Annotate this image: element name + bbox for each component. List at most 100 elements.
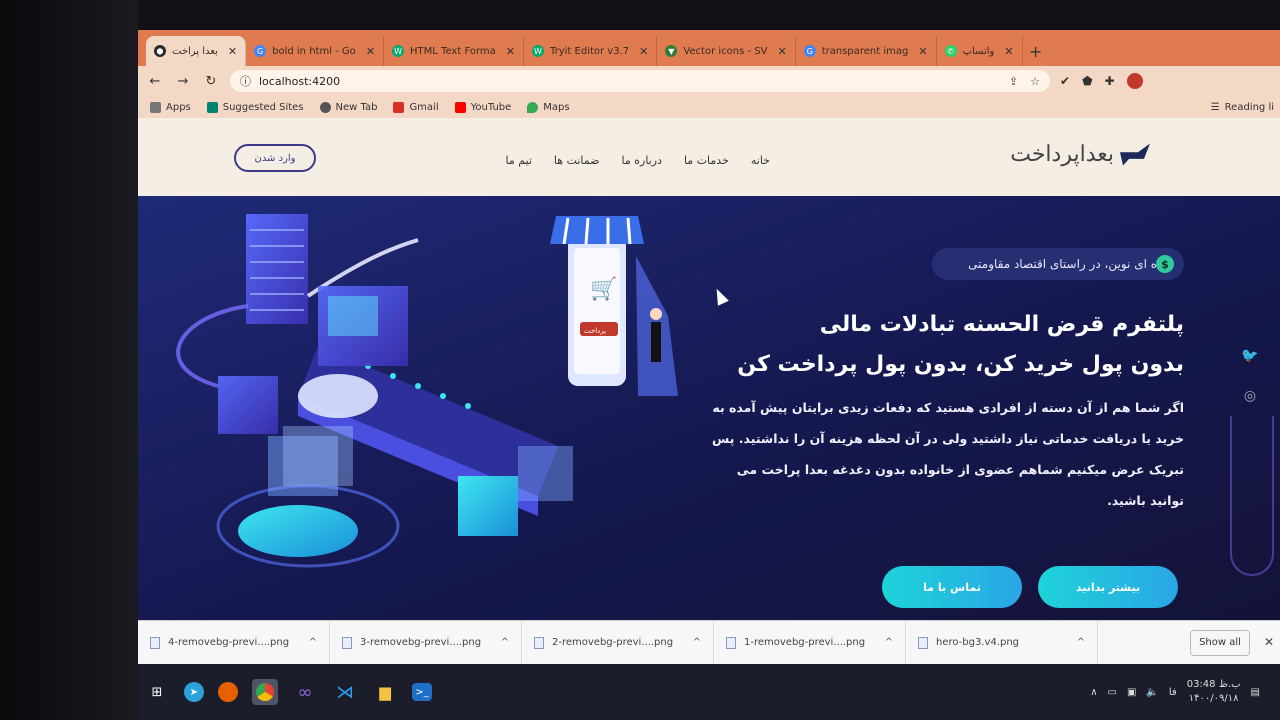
network-icon[interactable]: ▭ — [1108, 687, 1117, 698]
download-filename: 2-removebg-previ....png — [552, 637, 674, 648]
tab[interactable]: ✆ واتساپ ✕ — [937, 36, 1023, 66]
bing-icon — [206, 101, 218, 113]
info-icon: ⓘ — [240, 75, 251, 88]
bookmark-newtab[interactable]: New Tab — [319, 101, 377, 113]
menu-item-guarantees[interactable]: ضمانت ها — [554, 154, 600, 167]
clock[interactable]: 03:48 ب.ظ ۱۴۰۰/۰۹/۱۸ — [1187, 678, 1241, 706]
visual-studio-icon[interactable]: ∞ — [292, 679, 318, 705]
downloads-bar: 4-removebg-previ....png ^ 3-removebg-prev… — [138, 620, 1280, 665]
bookmark-apps[interactable]: Apps — [150, 101, 191, 113]
menu-item-about[interactable]: درباره ما — [622, 154, 662, 167]
close-icon[interactable]: ✕ — [1264, 635, 1274, 649]
file-icon — [534, 636, 544, 649]
twitter-icon[interactable]: 🐦 — [1240, 348, 1260, 364]
close-icon[interactable]: ✕ — [777, 45, 786, 58]
tab-label: واتساپ — [962, 45, 995, 57]
google-icon: G — [803, 45, 816, 57]
system-tray: ∧ ▭ ▣ 🔈 فا 03:48 ب.ظ ۱۴۰۰/۰۹/۱۸ ▤ — [1090, 678, 1260, 706]
download-item[interactable]: 2-removebg-previ....png ^ — [522, 620, 714, 665]
chrome-icon[interactable] — [252, 679, 278, 705]
close-icon[interactable]: ✕ — [228, 45, 237, 58]
download-item[interactable]: 3-removebg-previ....png ^ — [330, 620, 522, 665]
vector-icon: ▼ — [665, 45, 678, 57]
menu-item-services[interactable]: خدمات ما — [684, 154, 729, 167]
telegram-icon[interactable]: ➤ — [184, 682, 204, 702]
star-icon[interactable]: ☆ — [1030, 75, 1040, 88]
bookmark-label: Maps — [543, 101, 570, 113]
file-icon — [150, 636, 160, 649]
bookmark-youtube[interactable]: YouTube — [454, 101, 512, 113]
clock-date: ۱۴۰۰/۰۹/۱۸ — [1188, 693, 1239, 704]
chevron-up-icon[interactable]: ^ — [693, 637, 701, 648]
reading-list[interactable]: ☰ Reading li — [1211, 102, 1274, 113]
tab[interactable]: ▼ Vector icons - SV ✕ — [657, 36, 796, 66]
bookmark-label: YouTube — [470, 101, 512, 113]
language-indicator[interactable]: فا — [1169, 687, 1177, 698]
download-item[interactable]: hero-bg3.v4.png ^ — [906, 620, 1098, 665]
google-icon: G — [254, 45, 267, 57]
monitor-bezel-top — [0, 0, 1280, 32]
browser-toolbar: ← → ↻ ⓘ localhost:4200 ⇪ ☆ ✔ ⬟ ✚ — [138, 66, 1280, 96]
tab[interactable]: W HTML Text Forma ✕ — [384, 36, 524, 66]
firefox-icon[interactable] — [218, 682, 238, 702]
tab-active[interactable]: ⬢ بعدا پراخت ✕ — [146, 36, 247, 66]
social-bar-decoration — [1230, 416, 1274, 576]
windows-icon[interactable]: ⊞ — [144, 679, 170, 705]
monitor-icon[interactable]: ▣ — [1127, 687, 1136, 698]
file-icon — [918, 636, 928, 649]
tab-strip: ⬢ بعدا پراخت ✕ G bold in html - Go ✕ W H… — [138, 30, 1280, 66]
reload-icon[interactable]: ↻ — [202, 72, 220, 90]
mouse-cursor-icon — [711, 286, 729, 306]
tab[interactable]: W Tryit Editor v3.7 ✕ — [524, 36, 658, 66]
download-item[interactable]: 1-removebg-previ....png ^ — [714, 620, 906, 665]
maps-icon — [527, 101, 539, 113]
tab[interactable]: G bold in html - Go ✕ — [246, 36, 385, 66]
chevron-up-icon[interactable]: ^ — [885, 637, 893, 648]
chevron-up-icon[interactable]: ^ — [1077, 637, 1085, 648]
hero-badge: $ ایده ای نوین، در راستای اقتصاد مقاومتی — [932, 248, 1184, 280]
svg-text:🛒: 🛒 — [590, 276, 617, 302]
login-button[interactable]: وارد شدن — [234, 144, 316, 172]
chevron-up-icon[interactable]: ∧ — [1090, 687, 1097, 698]
new-tab-button[interactable]: + — [1023, 36, 1049, 66]
powershell-icon[interactable]: >_ — [412, 683, 432, 701]
puzzle-icon[interactable]: ✚ — [1105, 74, 1115, 88]
file-explorer-icon[interactable]: ▆ — [372, 679, 398, 705]
url-text: localhost:4200 — [259, 74, 341, 88]
tab[interactable]: G transparent imag ✕ — [796, 36, 937, 66]
close-icon[interactable]: ✕ — [639, 45, 648, 58]
download-item[interactable]: 4-removebg-previ....png ^ — [138, 620, 330, 665]
volume-icon[interactable]: 🔈 — [1146, 687, 1158, 698]
download-filename: 1-removebg-previ....png — [744, 637, 866, 648]
learn-more-button[interactable]: بیشتر بدانید — [1038, 566, 1178, 608]
menu-item-team[interactable]: تیم ما — [505, 154, 531, 167]
contact-button[interactable]: تماس با ما — [882, 566, 1022, 608]
file-icon — [342, 636, 352, 649]
shield-icon[interactable]: ⬟ — [1082, 74, 1092, 88]
share-icon[interactable]: ⇪ — [1009, 75, 1018, 88]
youtube-icon — [454, 101, 466, 113]
close-icon[interactable]: ✕ — [918, 45, 927, 58]
close-icon[interactable]: ✕ — [506, 45, 515, 58]
address-bar[interactable]: ⓘ localhost:4200 ⇪ ☆ — [230, 70, 1050, 92]
chevron-up-icon[interactable]: ^ — [501, 637, 509, 648]
close-icon[interactable]: ✕ — [1004, 45, 1013, 58]
extension-icon[interactable]: ✔ — [1060, 74, 1070, 88]
instagram-icon[interactable]: ◎ — [1240, 388, 1260, 404]
site-logo[interactable]: بعداپرداخت — [1010, 142, 1150, 167]
back-icon[interactable]: ← — [146, 72, 164, 90]
close-icon[interactable]: ✕ — [366, 45, 375, 58]
vscode-icon[interactable]: ⋊ — [332, 679, 358, 705]
notification-icon[interactable]: ▤ — [1251, 687, 1260, 698]
bookmark-gmail[interactable]: Gmail — [393, 101, 439, 113]
chevron-up-icon[interactable]: ^ — [309, 637, 317, 648]
bookmark-maps[interactable]: Maps — [527, 101, 570, 113]
badge-text: ایده ای نوین، در راستای اقتصاد مقاومتی — [968, 257, 1170, 271]
menu-item-home[interactable]: خانه — [751, 154, 770, 167]
file-icon — [726, 636, 736, 649]
forward-icon[interactable]: → — [174, 72, 192, 90]
show-all-button[interactable]: Show all — [1190, 629, 1250, 656]
avatar[interactable] — [1126, 73, 1143, 89]
bookmark-suggested[interactable]: Suggested Sites — [206, 101, 304, 113]
download-filename: 4-removebg-previ....png — [168, 637, 290, 648]
